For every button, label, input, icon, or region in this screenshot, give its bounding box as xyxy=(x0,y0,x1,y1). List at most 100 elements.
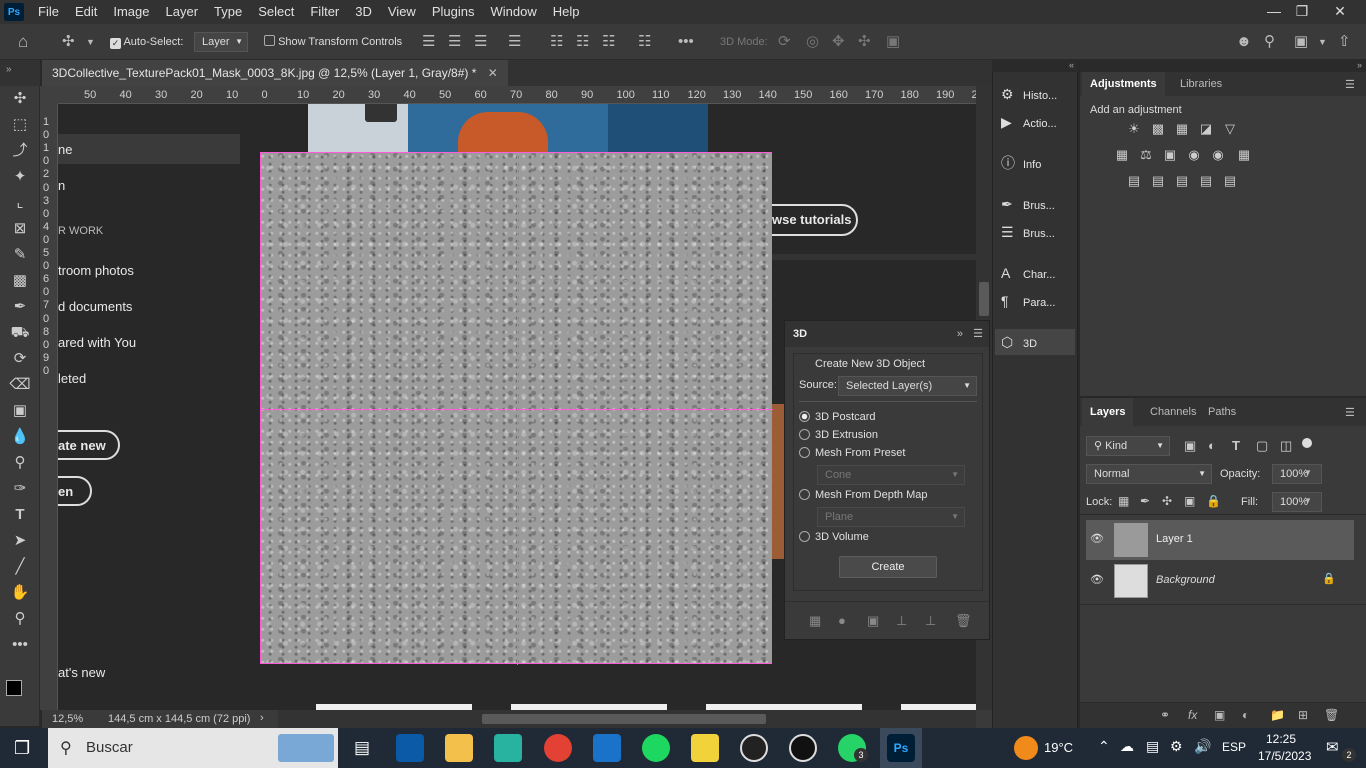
menu-3d[interactable]: 3D xyxy=(347,0,380,24)
panel-3d[interactable]: ⬡ 3D xyxy=(995,329,1075,355)
menu-help[interactable]: Help xyxy=(545,0,588,24)
selective-color-icon[interactable]: ▤ xyxy=(1196,172,1216,190)
marquee-tool-icon[interactable]: ⬚ xyxy=(8,114,32,136)
workspace-icon[interactable]: ▣ xyxy=(1294,32,1308,52)
quick-select-tool-icon[interactable]: ✦ xyxy=(8,166,32,188)
chevron-down-icon[interactable]: ▼ xyxy=(1304,496,1312,505)
zoom-tool-icon[interactable]: ⚲ xyxy=(8,608,32,630)
layer-row[interactable]: 👁 Background 🔒 xyxy=(1086,561,1354,601)
battery-icon[interactable]: ▤ xyxy=(1146,738,1159,755)
3d-scale-icon[interactable]: ▣ xyxy=(886,32,900,52)
app-icon[interactable] xyxy=(494,734,522,762)
document-tab[interactable]: 3DCollective_TexturePack01_Mask_0003_8K.… xyxy=(42,60,508,86)
weather-icon[interactable] xyxy=(1014,736,1038,760)
3d-panel-header[interactable]: 3D » ☰ xyxy=(785,321,989,347)
network-status-icon[interactable]: ☁ xyxy=(1120,738,1134,755)
trash-icon[interactable]: 🗑 xyxy=(955,613,972,629)
panel-brushes[interactable]: ✒ Brus... xyxy=(1001,191,1075,217)
3d-filter-icon[interactable]: ▦ xyxy=(809,613,821,629)
photo-filter-icon[interactable]: ◉ xyxy=(1184,146,1204,164)
3d-rotate-icon[interactable]: ⟳ xyxy=(778,32,791,52)
auto-select-checkbox[interactable]: ✓ Auto-Select: xyxy=(110,32,183,52)
healing-brush-icon[interactable]: ▩ xyxy=(8,270,32,292)
radio-mesh-from-depth-map[interactable]: Mesh From Depth Map xyxy=(799,487,927,503)
blur-tool-icon[interactable]: 💧 xyxy=(8,426,32,448)
hue-saturation-icon[interactable]: ⚖ xyxy=(1136,146,1156,164)
wifi-icon[interactable]: ⚙ xyxy=(1170,738,1183,755)
horizontal-scrollbar[interactable] xyxy=(278,710,976,728)
path-select-icon[interactable]: ➤ xyxy=(8,530,32,552)
panel-history[interactable]: ⚙ Histo... xyxy=(1001,81,1075,107)
app-icon[interactable] xyxy=(396,734,424,762)
brush-tool-icon[interactable]: ✒ xyxy=(8,296,32,318)
lasso-tool-icon[interactable]: ⤴ xyxy=(8,140,32,162)
smart-object-filter-icon[interactable]: ◫ xyxy=(1280,438,1292,454)
link-layers-icon[interactable]: ⚭ xyxy=(1160,708,1170,722)
transform-controls-checkbox[interactable]: Show Transform Controls xyxy=(264,32,402,52)
lock-position-icon[interactable]: ✣ xyxy=(1162,494,1172,508)
pen-tool-icon[interactable]: ✑ xyxy=(8,478,32,500)
channel-mixer-icon[interactable]: ◉ xyxy=(1208,146,1228,164)
align-right-icon[interactable]: ☰ xyxy=(474,32,487,52)
taskbar-search-box[interactable]: ⚲ Buscar xyxy=(48,728,338,768)
restore-icon[interactable]: ❐ xyxy=(1284,0,1320,22)
panel-dock-collapse-icon[interactable]: » xyxy=(1080,60,1366,72)
chrome-icon[interactable] xyxy=(544,734,572,762)
align-left-icon[interactable]: ☰ xyxy=(422,32,435,52)
move-tool-icon[interactable]: ✣ xyxy=(62,32,75,52)
invert-icon[interactable]: ▤ xyxy=(1124,172,1144,190)
tab-layers[interactable]: Layers xyxy=(1082,398,1134,426)
create-button[interactable]: Create xyxy=(839,556,937,578)
volume-icon[interactable]: 🔊 xyxy=(1194,738,1211,755)
lock-all-icon[interactable]: 🔒 xyxy=(1206,494,1221,508)
windows-start-icon[interactable]: ❐ xyxy=(14,738,34,758)
ruler-origin[interactable] xyxy=(40,86,58,104)
menu-view[interactable]: View xyxy=(380,0,424,24)
horizontal-scrollbar-thumb[interactable] xyxy=(482,714,766,724)
new-layer-icon[interactable]: ⊞ xyxy=(1298,708,1308,722)
new-adjustment-icon[interactable]: ◐ xyxy=(1242,708,1249,722)
sticky-notes-icon[interactable] xyxy=(691,734,719,762)
menu-layer[interactable]: Layer xyxy=(158,0,207,24)
collapse-icon[interactable]: » xyxy=(957,321,963,347)
ground-icon[interactable]: ⊥ xyxy=(896,613,907,629)
language-indicator[interactable]: ESP xyxy=(1222,740,1246,754)
tab-channels[interactable]: Channels xyxy=(1142,398,1204,426)
menu-window[interactable]: Window xyxy=(482,0,544,24)
search-icon[interactable]: ⚲ xyxy=(1264,32,1275,52)
gradient-tool-icon[interactable]: ▣ xyxy=(8,400,32,422)
brightness-icon[interactable]: ☀ xyxy=(1124,120,1144,138)
layer-name[interactable]: Background xyxy=(1156,574,1215,586)
eraser-tool-icon[interactable]: ⌫ xyxy=(8,374,32,396)
clone-stamp-icon[interactable]: ⛟ xyxy=(8,322,32,344)
lock-artboard-icon[interactable]: ▣ xyxy=(1184,494,1195,508)
threshold-icon[interactable]: ▤ xyxy=(1172,172,1192,190)
visibility-eye-icon[interactable]: 👁 xyxy=(1090,573,1104,586)
clock-date[interactable]: 17/5/2023 xyxy=(1258,749,1311,763)
frame-tool-icon[interactable]: ⊠ xyxy=(8,218,32,240)
menu-plugins[interactable]: Plugins xyxy=(424,0,483,24)
crop-tool-icon[interactable]: ⌞ xyxy=(8,192,32,214)
radio-mesh-from-preset[interactable]: Mesh From Preset xyxy=(799,445,905,461)
color-balance-icon[interactable]: ▣ xyxy=(1160,146,1180,164)
chevron-right-icon[interactable]: › xyxy=(260,712,264,724)
lock-pixels-icon[interactable]: ✒ xyxy=(1140,494,1150,508)
kind-filter-dropdown[interactable]: ⚲ Kind ▼ xyxy=(1086,436,1170,456)
chevron-down-icon[interactable]: ▼ xyxy=(86,32,95,52)
zoom-level[interactable]: 12,5% xyxy=(52,713,83,725)
menu-edit[interactable]: Edit xyxy=(67,0,105,24)
more-options-icon[interactable]: ••• xyxy=(678,32,694,52)
exposure-icon[interactable]: ◪ xyxy=(1196,120,1216,138)
share-icon[interactable]: ⇧ xyxy=(1338,32,1351,52)
pixel-filter-icon[interactable]: ▣ xyxy=(1184,438,1196,454)
adjustment-filter-icon[interactable]: ◐ xyxy=(1208,438,1216,453)
tab-adjustments[interactable]: Adjustments xyxy=(1082,72,1165,96)
toolbar-collapse-icon[interactable]: » xyxy=(0,60,40,86)
panel-menu-icon[interactable]: ☰ xyxy=(1345,406,1355,419)
texture-layer-image[interactable] xyxy=(260,152,773,665)
menu-filter[interactable]: Filter xyxy=(302,0,347,24)
close-icon[interactable]: ✕ xyxy=(1322,0,1358,22)
3d-slide-icon[interactable]: ✣ xyxy=(858,32,871,52)
type-tool-icon[interactable]: T xyxy=(8,504,32,526)
type-filter-icon[interactable]: T xyxy=(1232,438,1240,453)
